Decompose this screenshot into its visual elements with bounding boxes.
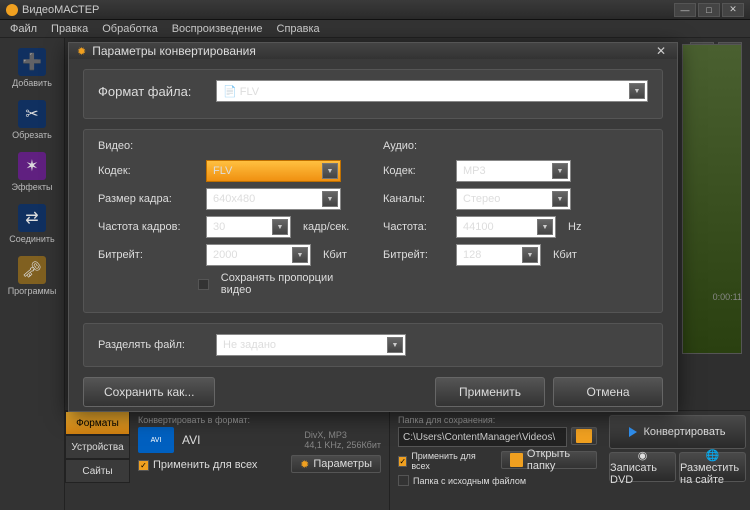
convert-button[interactable]: Конвертировать: [609, 415, 746, 449]
sample-rate-select[interactable]: 44100▼: [456, 216, 556, 238]
fps-select[interactable]: 30▼: [206, 216, 291, 238]
open-folder-button[interactable]: Открыть папку: [501, 451, 597, 469]
globe-icon: 🌐: [706, 449, 720, 462]
close-button[interactable]: ✕: [722, 3, 744, 17]
src-folder-check[interactable]: [398, 475, 409, 486]
folder-icon: [576, 429, 592, 443]
format-details: DivX, MP3 44,1 KHz, 256Кбит: [304, 430, 381, 450]
audio-heading: Аудио:: [383, 140, 648, 152]
chevron-down-icon: ▼: [629, 83, 645, 99]
sidebar-programs[interactable]: 🗝Программы: [2, 252, 62, 300]
video-codec-select[interactable]: FLV▼: [206, 160, 341, 182]
chevron-down-icon: ▼: [322, 163, 338, 179]
play-icon: [629, 427, 637, 437]
format-label: Формат файла:: [98, 84, 208, 99]
channels-select[interactable]: Стерео▼: [456, 188, 571, 210]
convert-params-dialog: ✹ Параметры конвертирования ✕ Формат фай…: [68, 42, 678, 412]
params-button[interactable]: ✹Параметры: [291, 455, 381, 473]
time-display: 0:00:11: [682, 292, 742, 302]
dialog-title: Параметры конвертирования: [92, 44, 647, 58]
dest-apply-all-check[interactable]: ✓: [398, 456, 407, 467]
format-icon: AVI: [138, 427, 174, 453]
dialog-close-button[interactable]: ✕: [653, 43, 669, 59]
video-heading: Видео:: [98, 140, 363, 152]
menu-process[interactable]: Обработка: [96, 21, 163, 37]
apply-all-check[interactable]: ✓: [138, 460, 149, 471]
tab-devices[interactable]: Устройства: [65, 435, 130, 459]
disc-icon: ◉: [638, 449, 648, 462]
apply-button[interactable]: Применить: [435, 377, 545, 407]
chevron-down-icon: ▼: [387, 337, 403, 353]
video-preview[interactable]: [682, 44, 742, 354]
menu-file[interactable]: Файл: [4, 21, 43, 37]
dest-path[interactable]: C:\Users\ContentManager\Videos\: [398, 427, 567, 447]
chevron-down-icon: ▼: [292, 247, 308, 263]
sidebar-add[interactable]: ➕Добавить: [2, 44, 62, 92]
frame-size-select[interactable]: 640x480▼: [206, 188, 341, 210]
gear-icon: ✹: [300, 458, 309, 471]
sidebar-join[interactable]: ⇄Соединить: [2, 200, 62, 248]
split-select[interactable]: Не задано▼: [216, 334, 406, 356]
trim-icon: ✂: [18, 100, 46, 128]
minimize-button[interactable]: —: [674, 3, 696, 17]
app-icon: [6, 4, 18, 16]
menu-help[interactable]: Справка: [271, 21, 326, 37]
format-select[interactable]: 📄 FLV▼: [216, 80, 648, 102]
folder-icon: [510, 453, 523, 467]
video-bitrate-select[interactable]: 2000▼: [206, 244, 311, 266]
maximize-button[interactable]: □: [698, 3, 720, 17]
upload-button[interactable]: 🌐Разместить на сайте: [679, 452, 746, 482]
menubar: Файл Правка Обработка Воспроизведение Сп…: [0, 20, 750, 38]
burn-dvd-button[interactable]: ◉Записать DVD: [609, 452, 676, 482]
audio-codec-select[interactable]: MP3▼: [456, 160, 571, 182]
cancel-button[interactable]: Отмена: [553, 377, 663, 407]
gear-icon: ✹: [77, 45, 86, 58]
menu-playback[interactable]: Воспроизведение: [166, 21, 269, 37]
programs-icon: 🗝: [18, 256, 46, 284]
effects-icon: ✶: [18, 152, 46, 180]
audio-bitrate-select[interactable]: 128▼: [456, 244, 541, 266]
format-name: AVI: [182, 433, 200, 447]
keep-ratio-check[interactable]: [198, 279, 209, 290]
chevron-down-icon: ▼: [272, 219, 288, 235]
sidebar-effects[interactable]: ✶Эффекты: [2, 148, 62, 196]
chevron-down-icon: ▼: [552, 191, 568, 207]
sidebar-trim[interactable]: ✂Обрезать: [2, 96, 62, 144]
sidebar: ➕Добавить ✂Обрезать ✶Эффекты ⇄Соединить …: [0, 38, 65, 510]
titlebar: ВидеоМАСТЕР — □ ✕: [0, 0, 750, 20]
join-icon: ⇄: [18, 204, 46, 232]
tab-sites[interactable]: Сайты: [65, 459, 130, 483]
menu-edit[interactable]: Правка: [45, 21, 94, 37]
chevron-down-icon: ▼: [552, 163, 568, 179]
chevron-down-icon: ▼: [537, 219, 553, 235]
add-icon: ➕: [18, 48, 46, 76]
browse-button[interactable]: [571, 427, 597, 445]
saveas-button[interactable]: Сохранить как...: [83, 377, 215, 407]
app-title: ВидеоМАСТЕР: [22, 4, 674, 16]
chevron-down-icon: ▼: [322, 191, 338, 207]
chevron-down-icon: ▼: [522, 247, 538, 263]
